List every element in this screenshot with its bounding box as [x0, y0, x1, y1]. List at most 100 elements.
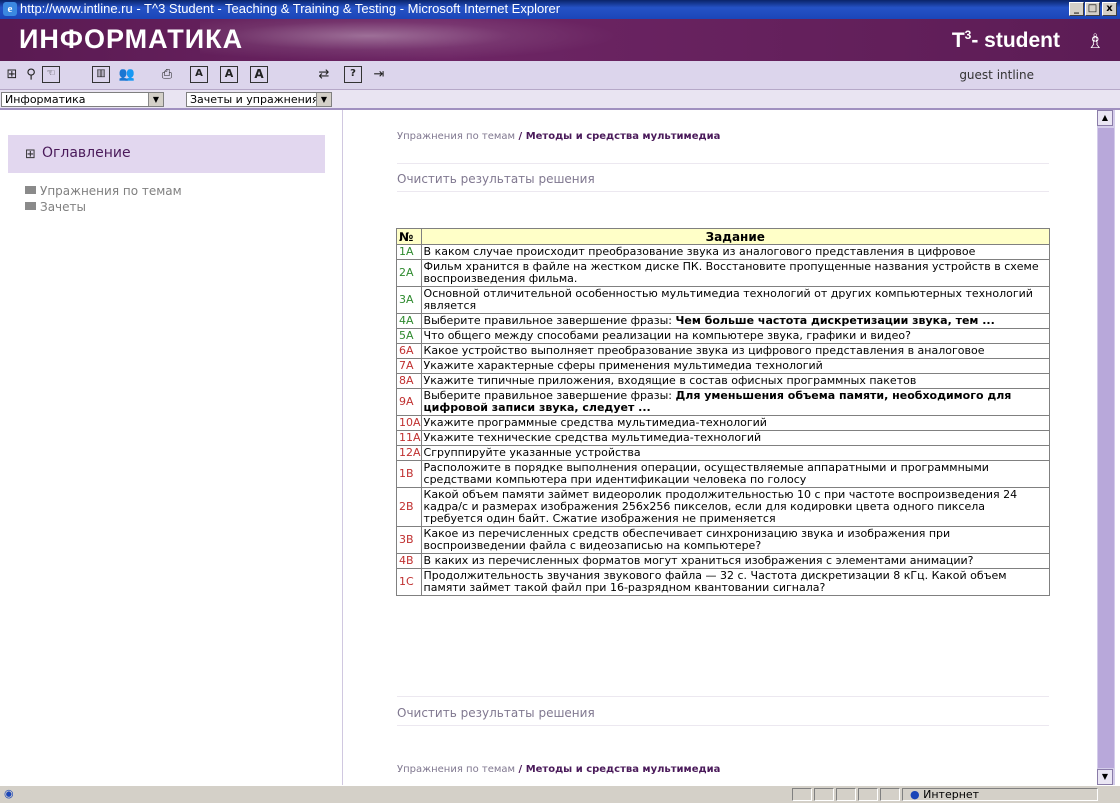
task-number[interactable]: 9А	[396, 388, 422, 416]
tasks-table-body: 1А В каком случае происходит преобразован…	[396, 244, 1051, 596]
task-number[interactable]: 2А	[396, 259, 422, 287]
task-text-plain: Укажите технические средства мультимедиа…	[423, 431, 762, 444]
breadcrumb-parent-link[interactable]: Упражнения по темам	[397, 764, 515, 775]
minimize-button[interactable]: _	[1069, 2, 1084, 16]
chevron-down-icon[interactable]: ▼	[148, 93, 163, 106]
table-row[interactable]: 3В Какое из перечисленных средств обеспеч…	[396, 526, 1051, 554]
breadcrumb-separator: /	[515, 131, 526, 142]
task-number[interactable]: 3А	[396, 286, 422, 314]
table-row[interactable]: 3А Основной отличительной особенностью му…	[396, 286, 1051, 314]
main-content: Упражнения по темам / Методы и средства …	[343, 110, 1097, 785]
tree-icon[interactable]: ⊞	[3, 66, 21, 83]
sync-icon[interactable]: ⇄	[315, 66, 333, 83]
maximize-button[interactable]: □	[1085, 2, 1100, 16]
scroll-thumb[interactable]	[1098, 128, 1114, 768]
task-text[interactable]: Фильм хранится в файле на жестком диске …	[420, 259, 1051, 287]
divider	[397, 191, 1049, 192]
table-row[interactable]: 6А Какое устройство выполняет преобразова…	[396, 343, 1051, 359]
task-text-plain: Какое из перечисленных средств обеспечив…	[423, 527, 951, 552]
tasks-table: № Задание 1А В каком случае происходит пр…	[396, 228, 1051, 596]
font-small-button[interactable]: A	[190, 66, 208, 83]
table-row[interactable]: 8А Укажите типичные приложения, входящие …	[396, 373, 1051, 389]
task-number[interactable]: 5А	[396, 328, 422, 344]
window-title-bar[interactable]: e http://www.intline.ru - T^3 Student - …	[0, 0, 1120, 19]
task-text-plain: Что общего между способами реализации на…	[423, 329, 911, 342]
table-row[interactable]: 4В В каких из перечисленных форматов могу…	[396, 553, 1051, 569]
task-number[interactable]: 4В	[396, 553, 422, 569]
task-text[interactable]: Выберите правильное завершение фразы: Дл…	[420, 388, 1051, 416]
table-row[interactable]: 7А Укажите характерные сферы применения м…	[396, 358, 1051, 374]
close-button[interactable]: x	[1102, 2, 1117, 16]
task-text[interactable]: Какое устройство выполняет преобразовани…	[420, 343, 1051, 359]
task-number[interactable]: 1С	[396, 568, 422, 596]
task-text[interactable]: Укажите характерные сферы применения мул…	[420, 358, 1051, 374]
task-text[interactable]: Расположите в порядке выполнения операци…	[420, 460, 1051, 488]
site-header: ИНФОРМАТИКА T3- student ♗	[0, 19, 1120, 61]
task-number[interactable]: 12А	[396, 445, 422, 461]
columns-icon[interactable]: ▥	[92, 66, 110, 83]
task-text[interactable]: Основной отличительной особенностью муль…	[420, 286, 1051, 314]
scroll-down-button[interactable]: ▼	[1097, 769, 1113, 785]
globe-icon: ●	[910, 788, 920, 801]
font-medium-button[interactable]: A	[220, 66, 238, 83]
task-text-plain: В каких из перечисленных форматов могут …	[423, 554, 974, 567]
task-text[interactable]: Укажите технические средства мультимедиа…	[420, 430, 1051, 446]
task-number[interactable]: 1В	[396, 460, 422, 488]
help-button[interactable]: ?	[344, 66, 362, 83]
task-number[interactable]: 3В	[396, 526, 422, 554]
task-text[interactable]: Укажите программные средства мультимедиа…	[420, 415, 1051, 431]
logout-icon[interactable]: ⇥	[370, 66, 388, 83]
users-icon[interactable]: 👥	[118, 66, 136, 83]
search-icon[interactable]: ⚲	[22, 66, 40, 83]
table-row[interactable]: 2А Фильм хранится в файле на жестком диск…	[396, 259, 1051, 287]
breadcrumb-current: Методы и средства мультимедиа	[525, 764, 721, 775]
vertical-scrollbar[interactable]: ▲ ▼	[1097, 110, 1115, 785]
task-text[interactable]: Какое из перечисленных средств обеспечив…	[420, 526, 1051, 554]
table-row[interactable]: 5А Что общего между способами реализации …	[396, 328, 1051, 344]
task-text-plain: Какое устройство выполняет преобразовани…	[423, 344, 985, 357]
subject-select[interactable]: Информатика ▼	[1, 92, 164, 107]
scroll-up-button[interactable]: ▲	[1097, 110, 1113, 126]
breadcrumb-current: Методы и средства мультимедиа	[525, 131, 721, 142]
table-row[interactable]: 2В Какой объем памяти займет видеоролик п…	[396, 487, 1051, 527]
table-row[interactable]: 1А В каком случае происходит преобразован…	[396, 244, 1051, 260]
task-number[interactable]: 4А	[396, 313, 422, 329]
folder-icon	[25, 202, 36, 210]
mode-select[interactable]: Зачеты и упражнения ▼	[186, 92, 332, 107]
task-text[interactable]: В каких из перечисленных форматов могут …	[420, 553, 1051, 569]
table-row[interactable]: 11А Укажите технические средства мультиме…	[396, 430, 1051, 446]
task-number[interactable]: 1А	[396, 244, 422, 260]
chevron-down-icon[interactable]: ▼	[316, 93, 331, 106]
task-number[interactable]: 7А	[396, 358, 422, 374]
task-text-plain: Продолжительность звучания звукового фай…	[423, 569, 1007, 594]
task-text[interactable]: В каком случае происходит преобразование…	[420, 244, 1051, 260]
sidebar-item-tests[interactable]: Зачеты	[25, 200, 86, 214]
clear-results-link[interactable]: Очистить результаты решения	[397, 172, 595, 186]
task-number[interactable]: 10А	[396, 415, 422, 431]
task-text[interactable]: Укажите типичные приложения, входящие в …	[420, 373, 1051, 389]
table-row[interactable]: 9А Выберите правильное завершение фразы: …	[396, 388, 1051, 416]
table-row[interactable]: 1В Расположите в порядке выполнения опера…	[396, 460, 1051, 488]
breadcrumb-bottom: Упражнения по темам / Методы и средства …	[397, 764, 720, 775]
breadcrumb-parent-link[interactable]: Упражнения по темам	[397, 131, 515, 142]
task-text[interactable]: Сгруппируйте указанные устройства	[420, 445, 1051, 461]
table-row[interactable]: 4А Выберите правильное завершение фразы: …	[396, 313, 1051, 329]
task-number[interactable]: 2В	[396, 487, 422, 527]
task-text[interactable]: Продолжительность звучания звукового фай…	[420, 568, 1051, 596]
task-text[interactable]: Что общего между способами реализации на…	[420, 328, 1051, 344]
sidebar-item-exercises[interactable]: Упражнения по темам	[25, 184, 182, 198]
task-text[interactable]: Какой объем памяти займет видеоролик про…	[420, 487, 1051, 527]
tree-icon: ⊞	[25, 147, 36, 162]
task-text[interactable]: Выберите правильное завершение фразы: Че…	[420, 313, 1051, 329]
font-large-button[interactable]: A	[250, 66, 268, 83]
table-row[interactable]: 12А Сгруппируйте указанные устройства	[396, 445, 1051, 461]
table-row[interactable]: 10А Укажите программные средства мультиме…	[396, 415, 1051, 431]
hand-icon[interactable]: ☜	[42, 66, 60, 83]
table-row[interactable]: 1С Продолжительность звучания звукового ф…	[396, 568, 1051, 596]
brand-suffix: - student	[971, 29, 1060, 52]
print-icon[interactable]: ⎙	[158, 66, 176, 83]
task-number[interactable]: 11А	[396, 430, 422, 446]
task-number[interactable]: 6А	[396, 343, 422, 359]
task-number[interactable]: 8А	[396, 373, 422, 389]
clear-results-link-bottom[interactable]: Очистить результаты решения	[397, 706, 595, 720]
